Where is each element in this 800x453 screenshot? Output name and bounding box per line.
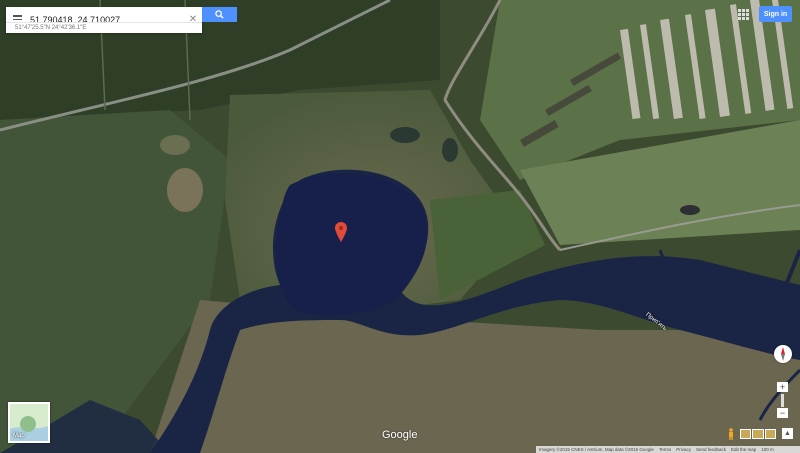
sign-in-button[interactable]: Sign in [759, 6, 792, 22]
map-view-toggle[interactable]: Map [8, 402, 50, 443]
pegman-icon[interactable] [727, 428, 735, 440]
map-footer: Imagery ©2015 CNES / Astrium, Map data ©… [536, 446, 800, 453]
search-icon [215, 10, 224, 19]
search-button[interactable] [202, 7, 237, 22]
send-feedback-link[interactable]: Send feedback [696, 446, 726, 453]
google-logo: Google [382, 429, 418, 441]
zoom-in-button[interactable]: + [777, 382, 788, 392]
zoom-slider[interactable] [781, 394, 784, 407]
apps-grid-icon[interactable] [738, 9, 749, 20]
imagery-attribution: Imagery ©2015 CNES / Astrium, Map data ©… [539, 447, 654, 452]
coordinates-suggestion[interactable]: 51°47'25.5"N 24°42'36.1"E [6, 22, 202, 33]
terms-link[interactable]: Terms [659, 446, 671, 453]
minimap-label: Map [13, 433, 25, 439]
privacy-link[interactable]: Privacy [676, 446, 691, 453]
map-pin-icon[interactable] [335, 222, 347, 242]
edit-map-link[interactable]: Edit the map [731, 446, 756, 453]
scale-label[interactable]: 100 m [761, 446, 774, 453]
photo-strip[interactable] [740, 429, 776, 439]
satellite-map[interactable] [0, 0, 800, 453]
zoom-out-button[interactable]: − [777, 408, 788, 418]
compass-icon[interactable] [774, 345, 792, 363]
chevron-up-icon[interactable]: ▲ [782, 428, 793, 439]
